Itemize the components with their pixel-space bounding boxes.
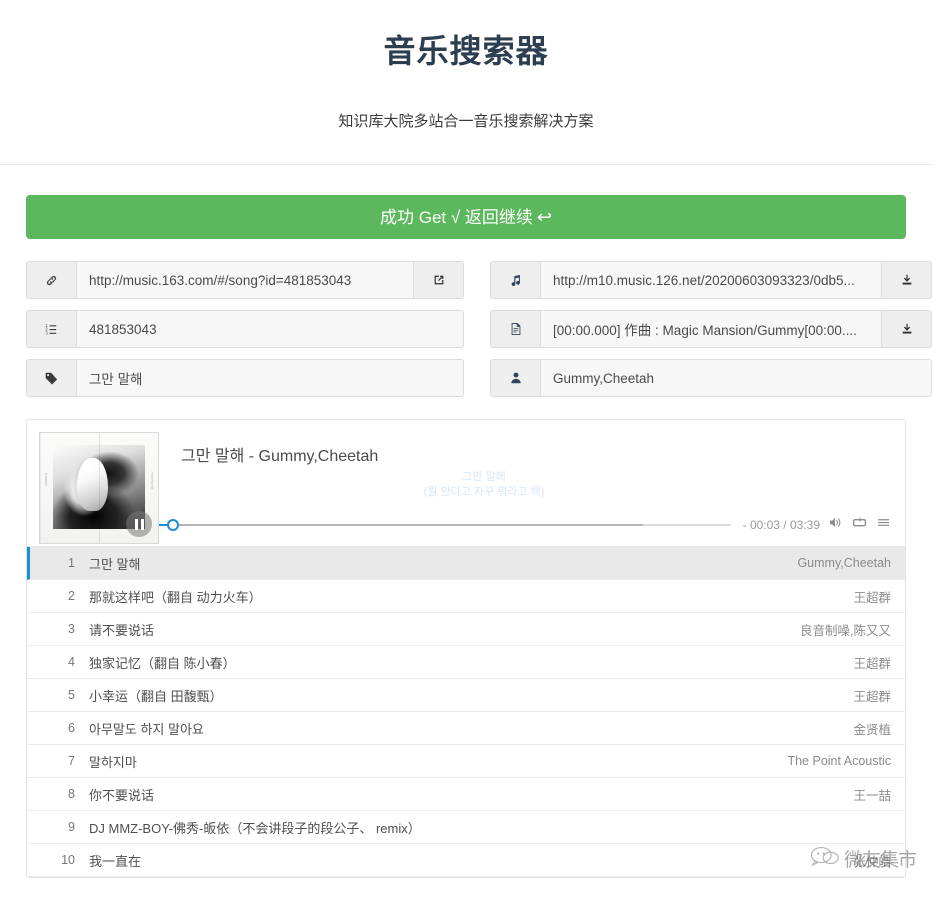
pause-icon[interactable]: [126, 511, 152, 537]
ordered-list-icon: 1 2 3: [26, 310, 76, 348]
playlist-artist: 金贤植: [853, 722, 891, 737]
page-subtitle: 知识库大院多站合一音乐搜索解决方案: [338, 113, 594, 130]
field-grid: http://music.163.com/#/song?id=481853043…: [0, 239, 932, 397]
artist-group: Gummy,Cheetah: [490, 359, 932, 397]
player-icon-controls: [828, 516, 893, 534]
table-row[interactable]: 4 独家记忆（翻自 陈小春） 王超群: [27, 646, 905, 679]
playlist-song-name: DJ MMZ-BOY-佛秀-皈依（不会讲段子的段公子、 remix）: [89, 820, 421, 836]
playlist-index: 4: [68, 655, 75, 669]
user-icon: [490, 359, 540, 397]
music-player-card: GUMMY Remember 그만 말해 - Gummy,Cheetah 그만 …: [26, 419, 906, 878]
player-header: GUMMY Remember 그만 말해 - Gummy,Cheetah 그만 …: [27, 420, 905, 546]
album-cover: GUMMY Remember: [39, 432, 159, 544]
page-url-value[interactable]: http://music.163.com/#/song?id=481853043: [76, 261, 414, 299]
table-row[interactable]: 7 말하지마 The Point Acoustic: [27, 745, 905, 778]
table-row[interactable]: 1 그만 말해 Gummy,Cheetah: [27, 547, 905, 580]
song-title-value[interactable]: 그만 말해: [76, 359, 464, 397]
volume-icon[interactable]: [828, 516, 843, 534]
playlist-song-name: 请不要说话: [89, 622, 155, 638]
playlist-song-name: 말하지마: [89, 754, 137, 770]
playlist-song-name: 你不要说话: [89, 787, 155, 803]
playlist-song-name: 独家记忆（翻自 陈小春）: [89, 655, 236, 671]
playlist-index: 9: [68, 820, 75, 834]
audio-url-value[interactable]: http://m10.music.126.net/20200603093323/…: [540, 261, 882, 299]
playlist-menu-icon[interactable]: [876, 516, 891, 534]
svg-text:3: 3: [45, 330, 48, 335]
playlist-index: 3: [68, 622, 75, 636]
table-row[interactable]: 10 我一直在 张仲皓: [27, 844, 905, 877]
playlist-artist: 张仲皓: [853, 854, 891, 869]
progress-slider[interactable]: [159, 517, 731, 533]
success-return-banner[interactable]: 成功 Get √ 返回继续 ↩: [26, 195, 906, 239]
external-link-icon[interactable]: [414, 261, 464, 299]
repeat-icon[interactable]: [852, 516, 867, 534]
player-body: 그만 말해 - Gummy,Cheetah 그만 말해 (뭘 안다고 자꾸 뭐라…: [159, 432, 893, 538]
playlist-song-name: 그만 말해: [89, 556, 141, 572]
playlist-artist: 王超群: [853, 656, 891, 671]
playlist-artist: The Point Acoustic: [787, 754, 891, 768]
banner-container: 成功 Get √ 返回继续 ↩: [0, 165, 932, 239]
lyric-line-current: 그만 말해: [462, 471, 506, 483]
playlist-artist: 王超群: [853, 590, 891, 605]
album-seam: [99, 433, 100, 543]
document-icon: [490, 310, 540, 348]
playlist-artist: Gummy,Cheetah: [797, 556, 891, 570]
playlist-song-name: 那就这样吧（翻自 动力火车）: [89, 589, 262, 605]
album-side-text-right: Remember: [150, 471, 154, 490]
playlist-artist: 王一喆: [853, 788, 891, 803]
music-note-icon: [490, 261, 540, 299]
lyrics-overlay: 그만 말해 (뭘 안다고 자꾸 뭐라고 해): [159, 470, 809, 500]
page-header: 音乐搜索器 知识库大院多站合一音乐搜索解决方案: [0, 0, 932, 165]
playlist-song-name: 我一直在: [89, 853, 142, 869]
table-row[interactable]: 9 DJ MMZ-BOY-佛秀-皈依（不会讲段子的段公子、 remix）: [27, 811, 905, 844]
progress-thumb[interactable]: [167, 519, 179, 531]
audio-url-group: http://m10.music.126.net/20200603093323/…: [490, 261, 932, 299]
table-row[interactable]: 3 请不要说话 良音制噪,陈又又: [27, 613, 905, 646]
lyric-line-next: (뭘 안다고 자꾸 뭐라고 해): [423, 486, 545, 498]
page-url-group: http://music.163.com/#/song?id=481853043: [26, 261, 464, 299]
album-side-text-left: GUMMY: [44, 473, 48, 487]
download-icon[interactable]: [882, 261, 932, 299]
playlist-index: 1: [68, 556, 75, 570]
table-row[interactable]: 5 小幸运（翻自 田馥甄） 王超群: [27, 679, 905, 712]
playlist-index: 5: [68, 688, 75, 702]
link-icon: [26, 261, 76, 299]
artist-value[interactable]: Gummy,Cheetah: [540, 359, 932, 397]
player-controls-row: - 00:03 / 03:39: [159, 516, 893, 534]
playlist-index: 7: [68, 754, 75, 768]
playlist-artist: 王超群: [853, 689, 891, 704]
playlist-song-name: 小幸运（翻自 田馥甄）: [89, 688, 223, 704]
song-id-group: 1 2 3 481853043: [26, 310, 464, 348]
playlist-index: 6: [68, 721, 75, 735]
lyrics-group: [00:00.000] 作曲 : Magic Mansion/Gummy[00:…: [490, 310, 932, 348]
player-track-title: 그만 말해 - Gummy,Cheetah: [181, 448, 379, 465]
table-row[interactable]: 8 你不要说话 王一喆: [27, 778, 905, 811]
playlist-index: 8: [68, 787, 75, 801]
download-icon[interactable]: [882, 310, 932, 348]
progress-buffer: [642, 524, 731, 526]
return-arrow-icon: ↩: [536, 207, 552, 227]
success-banner-label: 成功 Get √ 返回继续: [380, 208, 533, 227]
page-title: 音乐搜索器: [383, 33, 549, 69]
song-id-value[interactable]: 481853043: [76, 310, 464, 348]
playlist-artist: 良音制噪,陈又又: [800, 623, 891, 638]
playlist: 1 그만 말해 Gummy,Cheetah 2 那就这样吧（翻自 动力火车） 王…: [27, 546, 905, 877]
time-display: - 00:03 / 03:39: [742, 518, 820, 532]
playlist-song-name: 아무말도 하지 말아요: [89, 721, 204, 737]
playlist-index: 10: [61, 853, 75, 867]
table-row[interactable]: 6 아무말도 하지 말아요 金贤植: [27, 712, 905, 745]
lyrics-value[interactable]: [00:00.000] 作曲 : Magic Mansion/Gummy[00:…: [540, 310, 882, 348]
table-row[interactable]: 2 那就这样吧（翻自 动力火车） 王超群: [27, 580, 905, 613]
playlist-index: 2: [68, 589, 75, 603]
song-title-group: 그만 말해: [26, 359, 464, 397]
tag-icon: [26, 359, 76, 397]
